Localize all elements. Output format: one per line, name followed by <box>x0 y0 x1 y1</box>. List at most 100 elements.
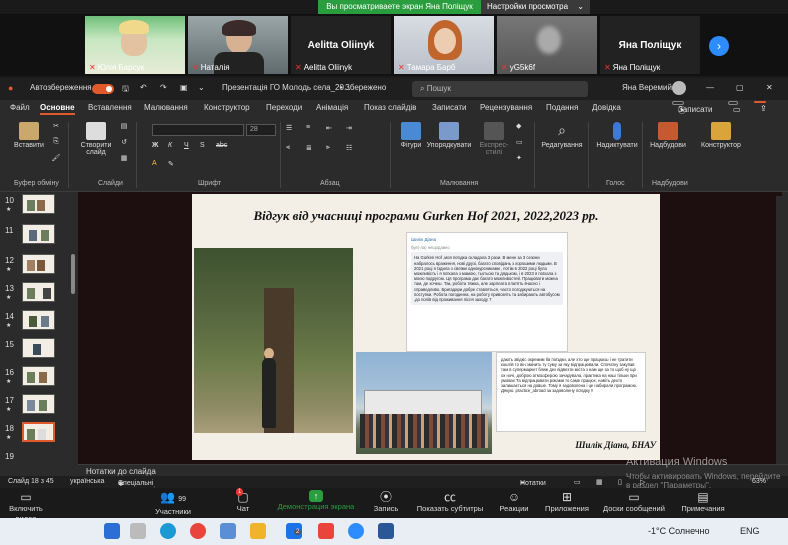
customize-icon[interactable]: ⌄ <box>198 83 205 92</box>
slide-thumbnail[interactable]: 17 ★ <box>0 392 70 416</box>
underline-button[interactable]: Ч <box>184 142 189 149</box>
tab-home[interactable]: Основне <box>40 103 75 115</box>
dictate-button[interactable]: Надиктувати <box>594 122 640 149</box>
opera-icon[interactable] <box>318 523 334 539</box>
participant-tile[interactable]: Яна Поліщук ✕ Яна Поліщук <box>600 16 700 74</box>
whiteboards-button[interactable]: ▭ Доски сообщений <box>598 490 670 514</box>
notes-button[interactable]: ▤ Примечания <box>676 490 730 514</box>
slide-thumbnail-selected[interactable]: 18 ★ <box>0 420 70 444</box>
format-painter-icon[interactable]: 🖌 <box>50 154 62 162</box>
view-settings-button[interactable]: Настройки просмотра ⌄ <box>481 0 590 14</box>
fill-icon[interactable]: ◆ <box>516 122 521 130</box>
tab-animations[interactable]: Анімація <box>316 103 348 112</box>
word-icon[interactable] <box>378 523 394 539</box>
outline-icon[interactable]: ▭ <box>516 138 523 146</box>
language-status[interactable]: українська <box>70 478 104 485</box>
participant-tile[interactable]: ✕ Юлія Барсук <box>85 16 185 74</box>
slide-thumbnail[interactable]: 19 <box>0 448 70 472</box>
keyboard-language[interactable]: ENG <box>740 526 760 536</box>
weather-widget[interactable]: -1°C Солнечно <box>648 526 710 536</box>
arrange-button[interactable]: Упорядкувати <box>424 122 474 149</box>
cut-icon[interactable]: ✂ <box>50 122 62 130</box>
tab-insert[interactable]: Вставлення <box>88 103 132 112</box>
designer-button[interactable]: Конструктор <box>696 122 746 149</box>
decrease-indent-icon[interactable]: ⇤ <box>326 124 332 132</box>
effects-icon[interactable]: ✦ <box>516 154 522 162</box>
minimize-icon[interactable]: — <box>706 83 714 92</box>
reading-view-icon[interactable]: ▯ <box>618 478 622 486</box>
close-icon[interactable]: ✕ <box>766 83 773 92</box>
apps-button[interactable]: ⊞ Приложения <box>540 490 594 514</box>
file-explorer-icon[interactable] <box>250 523 266 539</box>
layout-icon[interactable]: ▤ <box>118 122 130 130</box>
mail-icon[interactable]: 2 <box>286 523 302 539</box>
record-button[interactable]: ⦿ Записати <box>672 101 713 115</box>
scroll-thumb[interactable] <box>71 254 75 294</box>
highlight-icon[interactable]: ✎ <box>168 160 174 168</box>
tab-transitions[interactable]: Переходи <box>266 103 302 112</box>
canvas-scrollbar[interactable] <box>776 196 782 464</box>
search-icon[interactable] <box>130 523 146 539</box>
slide-thumbnail[interactable]: 10 ★ <box>0 192 70 216</box>
tab-file[interactable]: Файл <box>10 103 30 112</box>
participant-tile[interactable]: Aelitta Oliinyk ✕ Aelitta Oliinyk <box>291 16 391 74</box>
edge-icon[interactable] <box>160 523 176 539</box>
align-left-icon[interactable]: ⫷ <box>286 144 290 152</box>
tab-slideshow[interactable]: Показ слайдів <box>364 103 416 112</box>
participant-tile[interactable]: ✕ yG5k6f <box>497 16 597 74</box>
photo-group-at-bus[interactable] <box>356 352 492 454</box>
tab-help[interactable]: Довідка <box>592 103 621 112</box>
increase-indent-icon[interactable]: ⇥ <box>346 124 352 132</box>
align-center-icon[interactable]: ≣ <box>306 144 312 152</box>
tab-design[interactable]: Конструктор <box>204 103 250 112</box>
zoom-icon[interactable] <box>348 523 364 539</box>
quick-styles-button[interactable]: Експрес- стилі <box>474 122 514 156</box>
record-meeting-button[interactable]: ⦿ Запись <box>368 490 404 514</box>
captions-button[interactable]: ㏄ Показать субтитры <box>412 490 488 514</box>
slide-thumbnail[interactable]: 12 ★ <box>0 252 70 276</box>
justify-icon[interactable]: ☷ <box>346 144 352 152</box>
slide-thumbnail[interactable]: 13 ★ <box>0 280 70 304</box>
reset-icon[interactable]: ↺ <box>118 138 130 146</box>
font-color-icon[interactable]: A <box>152 160 157 167</box>
slide-title[interactable]: Відгук від учасниці програми Gurken Hof … <box>192 208 660 224</box>
participants-button[interactable]: 👥 99 Участники <box>148 490 198 517</box>
chat-button[interactable]: ▢ 1 Чат <box>228 488 258 514</box>
share-screen-button[interactable]: ↑ Демонстрация экрана <box>272 490 360 512</box>
chrome-icon[interactable] <box>190 523 206 539</box>
user-name[interactable]: Яна Веремий <box>622 83 672 92</box>
tab-view[interactable]: Подання <box>546 103 578 112</box>
saved-status[interactable]: • Збережено <box>340 83 386 92</box>
thumbnail-scrollbar[interactable] <box>70 194 76 464</box>
windows-start-icon[interactable] <box>104 523 120 539</box>
user-avatar[interactable] <box>672 81 686 95</box>
shadow-button[interactable]: S <box>200 142 205 149</box>
font-name-input[interactable] <box>152 124 244 136</box>
normal-view-icon[interactable]: ▭ <box>574 478 581 486</box>
participant-tile[interactable]: ✕ Наталія <box>188 16 288 74</box>
save-icon[interactable]: 🖫 <box>122 83 129 97</box>
bullets-icon[interactable]: ☰ <box>286 124 292 132</box>
slide-thumbnail[interactable]: 14 ★ <box>0 308 70 332</box>
sorter-view-icon[interactable]: ▦ <box>596 478 603 486</box>
present-icon[interactable]: ▣ <box>180 83 188 92</box>
maximize-icon[interactable]: ▢ <box>736 83 744 92</box>
strikethrough-button[interactable]: abc <box>216 142 227 149</box>
undo-icon[interactable]: ↶ <box>140 83 147 92</box>
font-size-input[interactable]: 28 <box>246 124 276 136</box>
chat-screenshot-2[interactable]: дають звідкіс окремим бв поїздки, але хт… <box>496 352 646 432</box>
align-right-icon[interactable]: ⫸ <box>326 144 330 152</box>
reactions-button[interactable]: ☺ Реакции <box>494 490 534 514</box>
bold-button[interactable]: Ж <box>152 142 158 149</box>
paste-button[interactable]: Вставити <box>12 122 46 149</box>
slide-thumbnail[interactable]: 11 <box>0 222 70 246</box>
next-page-button[interactable]: › <box>709 36 729 56</box>
redo-icon[interactable]: ↷ <box>160 83 167 92</box>
addins-button[interactable]: Надбудови <box>646 122 690 149</box>
tab-record[interactable]: Записати <box>432 103 467 112</box>
autosave-toggle[interactable] <box>92 84 114 94</box>
share-button[interactable]: ⇪ <box>754 101 767 113</box>
shapes-button[interactable]: Фігури <box>394 122 428 149</box>
photos-icon[interactable] <box>220 523 236 539</box>
slide-thumbnail[interactable]: 16 ★ <box>0 364 70 388</box>
